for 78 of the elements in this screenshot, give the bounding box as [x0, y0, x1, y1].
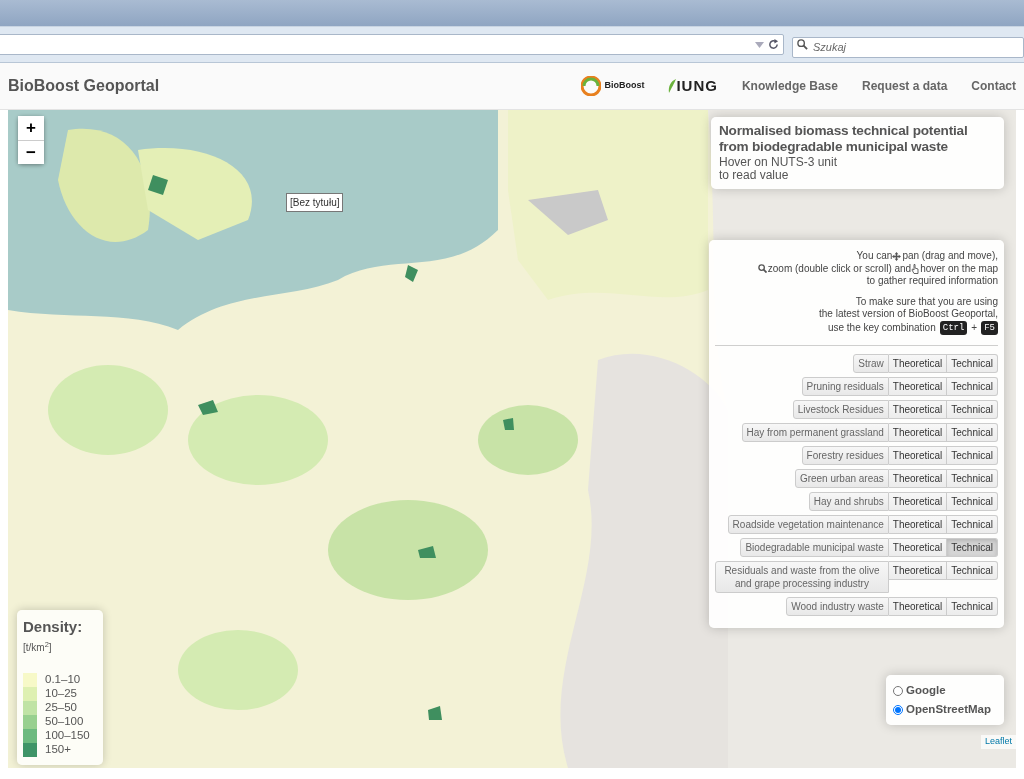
legend-label: 10–25: [45, 686, 77, 702]
layer-name-button[interactable]: Straw: [853, 354, 889, 373]
help-text: hover on the map: [920, 262, 998, 275]
zoom-out-button[interactable]: −: [18, 140, 44, 164]
nav-link[interactable]: Contact: [971, 77, 1016, 95]
legend-label: 100–150: [45, 728, 90, 744]
layer-option-button[interactable]: Theoretical: [888, 492, 948, 511]
layer-option-button[interactable]: Technical: [947, 597, 998, 616]
layer-option-button[interactable]: Technical: [947, 492, 998, 511]
layer-option-button[interactable]: Technical: [947, 561, 998, 580]
search-icon: [797, 39, 808, 50]
legend-label: 50–100: [45, 714, 84, 730]
logo-ring-icon: [581, 76, 602, 96]
layer-name-button[interactable]: Residuals and waste from the olive and grape processing industry: [715, 561, 889, 593]
layer-name-button[interactable]: Biodegradable municipal waste: [740, 538, 889, 557]
legend-label: 0.1–10: [45, 672, 81, 688]
attribution-link[interactable]: Leaflet: [980, 735, 1016, 749]
radio-label[interactable]: Google: [906, 681, 946, 700]
layer-option-button[interactable]: Technical: [947, 400, 998, 419]
zoom-icon: [757, 264, 767, 274]
layer-name-button[interactable]: Roadside vegetation maintenance: [727, 515, 889, 534]
move-icon: [892, 251, 902, 261]
radio-button[interactable]: [893, 685, 903, 696]
radio-label[interactable]: OpenStreetMap: [906, 700, 991, 719]
panel-hint: Hover on NUTS-3 unit to read value: [719, 156, 839, 183]
tooltip: [Bez tytułu]: [286, 193, 344, 212]
reload-icon[interactable]: [768, 39, 779, 50]
layer-name-button[interactable]: Livestock Residues: [792, 400, 889, 419]
layer-option-button[interactable]: Theoretical: [888, 515, 948, 534]
nav-link[interactable]: Knowledge Base: [741, 77, 838, 95]
layer-option-button[interactable]: Technical: [947, 538, 998, 557]
key-cap: Ctrl: [939, 320, 968, 335]
layer-name-button[interactable]: Hay from permanent grassland: [741, 423, 889, 442]
layer-option-button[interactable]: Theoretical: [888, 377, 948, 396]
layer-option-button[interactable]: Technical: [947, 377, 998, 396]
layer-option-button[interactable]: Theoretical: [888, 597, 948, 616]
legend-label: 150+: [45, 742, 71, 758]
layer-option-button[interactable]: Theoretical: [888, 423, 948, 442]
layer-option-button[interactable]: Theoretical: [888, 446, 948, 465]
help-text: use the key combination: [827, 321, 936, 334]
help-text: You can: [856, 250, 893, 263]
layer-name-button[interactable]: Forestry residues: [801, 446, 889, 465]
help-text: to gather required information: [866, 275, 998, 288]
layer-option-button[interactable]: Technical: [947, 446, 998, 465]
layer-option-button[interactable]: Technical: [947, 469, 998, 488]
panel-title: Normalised biomass technical potential from biodegradable municipal waste: [719, 123, 969, 155]
layer-option-button[interactable]: Technical: [947, 423, 998, 442]
key-cap: F5: [981, 320, 998, 335]
logo-text[interactable]: IUNG: [676, 74, 718, 98]
help-text: pan (drag and move),: [902, 250, 998, 263]
help-text: To make sure that you are using: [855, 295, 998, 308]
search-field[interactable]: Szukaj: [792, 36, 1024, 58]
layer-name-button[interactable]: Hay and shrubs: [808, 492, 889, 511]
site-title[interactable]: BioBoost Geoportal: [8, 74, 160, 98]
layer-option-button[interactable]: Technical: [947, 354, 998, 373]
logo-text[interactable]: BioBoost: [604, 79, 645, 93]
plus-sign: +: [971, 321, 978, 334]
zoom-in-button[interactable]: +: [18, 116, 44, 140]
legend-label: 25–50: [45, 700, 77, 716]
layer-option-button[interactable]: Technical: [947, 515, 998, 534]
layer-name-button[interactable]: Green urban areas: [794, 469, 889, 488]
layer-option-button[interactable]: Theoretical: [888, 469, 948, 488]
layer-option-button[interactable]: Theoretical: [888, 561, 948, 580]
legend-title: Density:: [23, 616, 84, 637]
help-text: the latest version of BioBoost Geoportal,: [819, 308, 998, 321]
layer-name-button[interactable]: Wood industry waste: [786, 597, 889, 616]
layer-option-button[interactable]: Theoretical: [888, 400, 948, 419]
legend-unit: [t/km$^{2}$]: [23, 640, 53, 655]
help-text: zoom (double click or scroll) and: [767, 262, 912, 275]
layer-name-button[interactable]: Pruning residuals: [801, 377, 889, 396]
radio-button[interactable]: [893, 704, 903, 715]
nav-link[interactable]: Request a data: [861, 77, 948, 95]
layer-option-button[interactable]: Theoretical: [888, 538, 948, 557]
address-field[interactable]: [0, 34, 784, 55]
leaf-icon: [668, 79, 677, 93]
dropdown-icon[interactable]: [755, 41, 764, 48]
layer-option-button[interactable]: Theoretical: [888, 354, 948, 373]
hand-icon: [911, 263, 920, 274]
